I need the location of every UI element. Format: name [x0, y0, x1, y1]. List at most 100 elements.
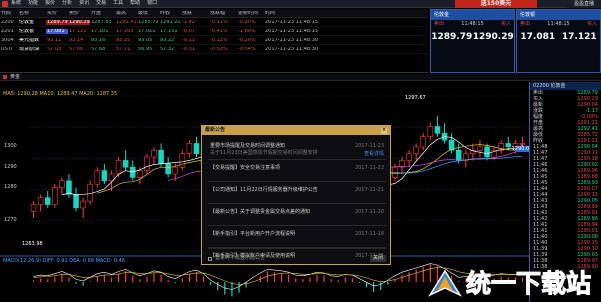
tick-value: 1289.86 — [577, 215, 598, 222]
cell-name: 伦敦金 — [19, 19, 35, 25]
col-header-prev[interactable]: 昨收 — [159, 11, 181, 16]
menu-item-trade[interactable]: 交易 — [96, 1, 106, 6]
menu-item-function[interactable]: 功能 — [28, 1, 38, 6]
tick-value: 1291.21 — [577, 137, 598, 144]
candle[interactable] — [427, 123, 434, 141]
col-header-pct[interactable]: 涨跌幅 — [209, 11, 237, 16]
candle[interactable] — [122, 150, 129, 171]
col-header-time[interactable]: 时间 — [264, 11, 374, 16]
panel-bid-button[interactable]: 1289.79 — [431, 33, 472, 42]
announcement-item[interactable]: 【最新公告】关于调整贵金属交易点差的通知 2017-11-20 — [208, 204, 386, 226]
candle[interactable] — [399, 157, 405, 174]
col-header-ask[interactable]: 卖价 — [68, 11, 90, 16]
tick-value: -0.09% — [580, 113, 598, 120]
dont-show-again[interactable]: 登录时不再显示此公告 — [208, 256, 265, 261]
candle[interactable] — [59, 177, 65, 195]
announcement-item[interactable]: 【新手指引】模拟账户申请及使用说明2017-11-15 — [208, 248, 386, 259]
candle[interactable] — [151, 146, 157, 164]
live-button[interactable]: 盈盈直播 — [567, 0, 601, 8]
announcement-item[interactable]: 【新手指引】平台新用户开户流程说明 2017-11-18 — [208, 226, 386, 248]
candle[interactable] — [413, 143, 419, 161]
tick-value: 1289.94 — [577, 221, 598, 228]
tick-label: 昨收 — [533, 137, 544, 144]
col-header-high[interactable]: 最高 — [115, 11, 137, 16]
quote-row[interactable]: 3004 美元指数 93.11 93.14 93.16 93.25 93.05 93.22 -0… — [0, 36, 428, 45]
price-panel-silver[interactable]: 伦敦银 卖出 11:48:15 买入 17.081 17.121 — [516, 9, 601, 73]
dialog-close-button[interactable]: 关闭 — [370, 255, 386, 262]
panel-ask-button[interactable]: 17.121 — [562, 33, 597, 42]
cell-bid: 1289.79 — [46, 19, 68, 25]
tick-label: 11:47 — [533, 155, 548, 162]
candle[interactable] — [420, 133, 427, 151]
cell-pct: -0.41% — [210, 28, 228, 34]
candle[interactable] — [37, 194, 44, 212]
quote-row[interactable]: 2201 伦敦银 17.081 17.121 17.101 17.163 17.011 17.… — [0, 27, 428, 36]
candle[interactable] — [498, 140, 504, 154]
candle[interactable] — [30, 201, 37, 219]
candle[interactable] — [101, 163, 108, 185]
promo-banner[interactable]: 送150美元 — [455, 0, 537, 8]
candle[interactable] — [505, 136, 512, 151]
announcement-date: 2017-11-23 — [354, 143, 384, 149]
dialog-title: 最新公告 — [205, 127, 226, 133]
tick-label: 11:41 — [533, 227, 548, 234]
price-panel-gold[interactable]: 伦敦金 卖出 11:48:15 买入 1289.79 1290.29 — [430, 9, 515, 73]
menu-item-tools[interactable]: 工具 — [113, 1, 123, 6]
announcement-item[interactable]: 【交易提醒】安全交易注意事项 2017-11-22 — [208, 160, 386, 182]
col-header-bid[interactable]: 买价 — [46, 11, 68, 16]
col-header-code[interactable]: 代码 — [0, 11, 18, 16]
panel-bid-button[interactable]: 17.081 — [520, 33, 555, 42]
col-header-name[interactable]: 名称 — [18, 11, 46, 16]
cell-open: 93.16 — [91, 37, 106, 43]
tick-label: 11:48 — [533, 143, 548, 150]
candle[interactable] — [193, 136, 200, 158]
checkbox-icon[interactable] — [208, 256, 212, 261]
panel-ask-button[interactable]: 1290.29 — [473, 33, 514, 42]
candle[interactable] — [462, 150, 469, 168]
candle[interactable] — [477, 140, 483, 158]
cell-pct: -0.12% — [210, 37, 228, 43]
candle[interactable] — [179, 150, 186, 171]
candle[interactable] — [87, 180, 94, 205]
chart-menu-icon[interactable] — [3, 75, 7, 79]
menu-item-quote[interactable]: 报价 — [45, 1, 55, 6]
candle[interactable] — [52, 184, 58, 208]
candle[interactable] — [434, 116, 441, 137]
quote-row[interactable]: USTI 现货原油 57.03 57.06 57.68 57.71 56.95 57.32 -0… — [0, 45, 428, 54]
tick-value: 1289.79 — [577, 89, 598, 96]
candle[interactable] — [129, 160, 136, 181]
col-header-change[interactable]: 涨跌 — [181, 11, 209, 16]
announcement-item[interactable]: 重要市场提醒及交易时间调整通知 2017-11-23 关于11月23日美国感恩节假期… — [208, 138, 386, 160]
candle[interactable] — [73, 187, 79, 212]
candle[interactable] — [186, 140, 193, 158]
candle[interactable] — [406, 150, 412, 168]
menu-item-window[interactable]: 窗口 — [147, 1, 157, 6]
cell-bid: 17.081 — [46, 28, 68, 34]
panel-ask-label: 买入 — [500, 21, 511, 27]
candle[interactable] — [441, 123, 448, 144]
menu-item-analysis[interactable]: 分析 — [62, 1, 72, 6]
quote-row[interactable]: 2200 伦敦金 1289.79 1290.29 1287.63 1292.41 1285.… — [0, 18, 428, 27]
cell-high: 17.163 — [116, 28, 134, 34]
close-icon[interactable]: × — [381, 127, 387, 134]
menu-item-help[interactable]: 帮助 — [130, 1, 140, 6]
candle[interactable] — [144, 153, 150, 174]
candle[interactable] — [66, 174, 72, 198]
candle[interactable] — [80, 197, 86, 219]
col-header-update[interactable]: 更新时间 — [237, 11, 264, 16]
menu-item-news[interactable]: 资讯 — [79, 1, 89, 6]
cell-bid: 93.11 — [47, 37, 62, 43]
panel-meta: 卖出 11:48:15 买入 — [517, 20, 600, 29]
announcement-link[interactable]: 查看详情 — [364, 152, 384, 157]
col-header-low[interactable]: 最低 — [137, 11, 159, 16]
tick-label: 11:42 — [533, 215, 548, 222]
tick-value: 1290.04 — [577, 143, 598, 150]
candle[interactable] — [44, 190, 51, 208]
col-header-open[interactable]: 开盘 — [90, 11, 115, 16]
candle[interactable] — [470, 143, 476, 161]
cell-ask: 93.14 — [69, 37, 84, 43]
candle[interactable] — [94, 167, 101, 188]
menu-item-system[interactable]: 系统 — [11, 1, 21, 6]
cell-pct2: -1.80% — [238, 28, 256, 34]
announcement-item[interactable]: 【公司通知】11月22日行情服务器升级维护公告 2017-11-21 — [208, 182, 386, 204]
